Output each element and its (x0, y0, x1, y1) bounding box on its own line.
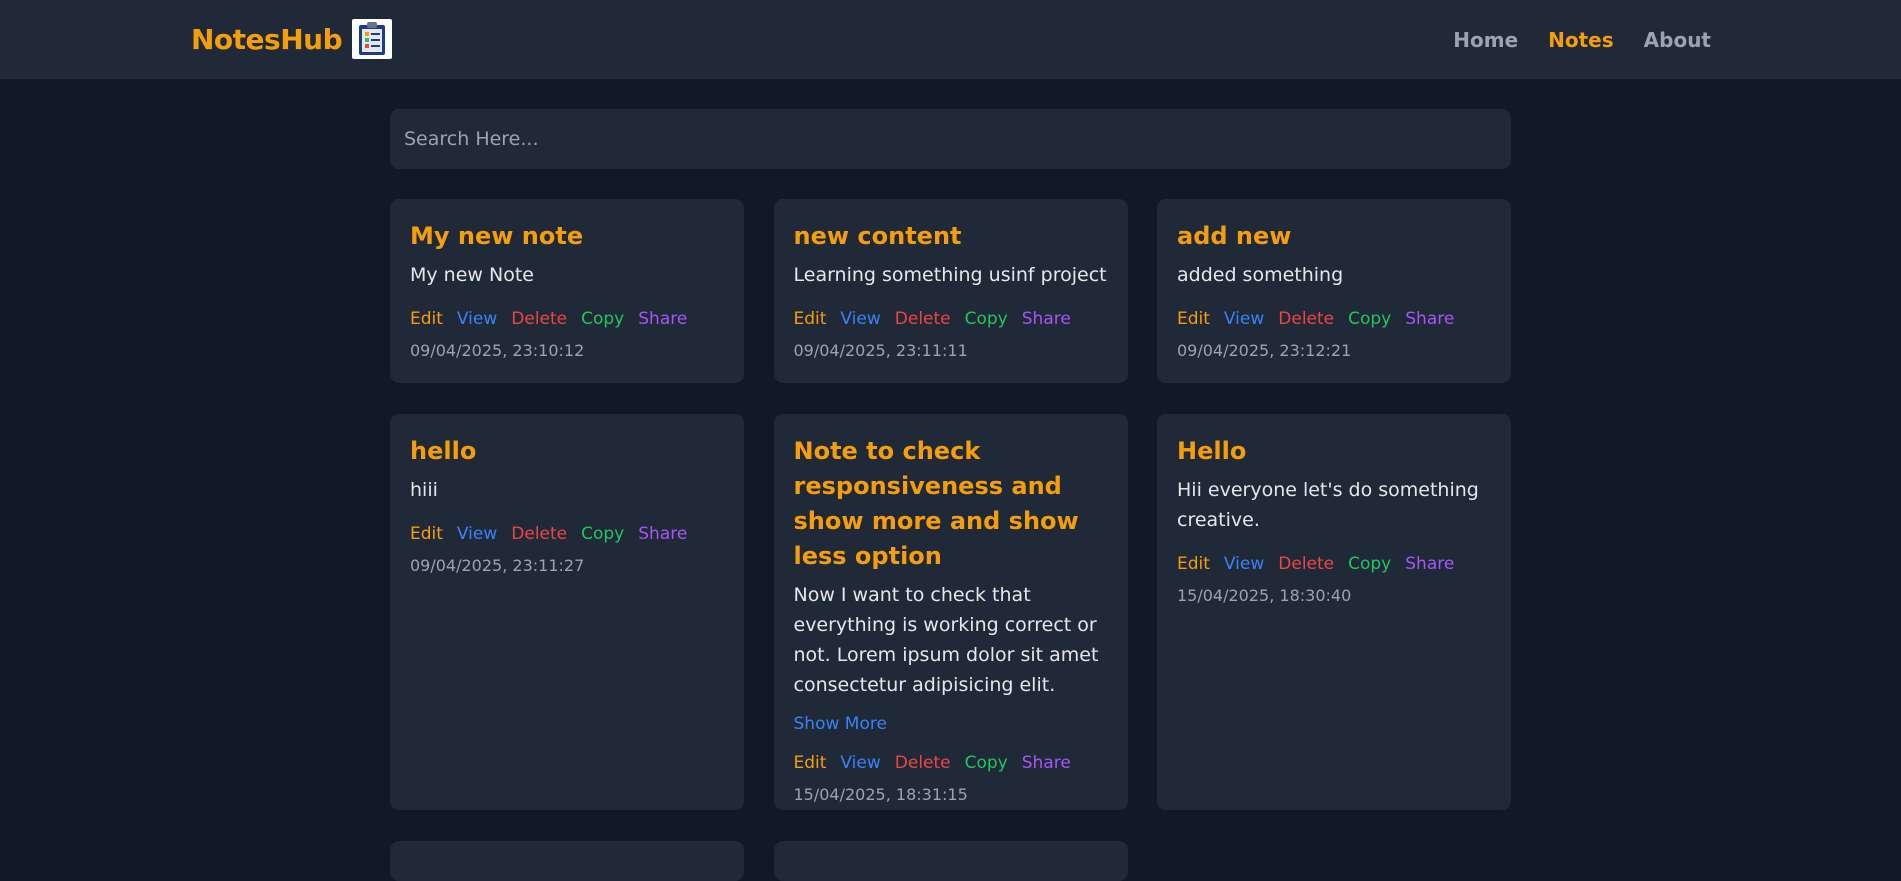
note-date: 09/04/2025, 23:11:27 (410, 556, 585, 575)
notes-grid: My new note My new Note Edit View Delete… (390, 199, 1511, 881)
share-button[interactable]: Share (638, 519, 687, 549)
copy-button[interactable]: Copy (965, 304, 1008, 334)
nav-home[interactable]: Home (1453, 28, 1518, 52)
note-card: hello hiii Edit View Delete Copy Share 0… (390, 414, 744, 810)
note-actions: Edit View Delete Copy Share (1177, 304, 1491, 334)
note-date: 09/04/2025, 23:10:12 (410, 341, 585, 360)
note-actions: Edit View Delete Copy Share (410, 519, 724, 549)
search-input[interactable] (390, 109, 1511, 169)
view-button[interactable]: View (1224, 549, 1264, 579)
copy-button[interactable]: Copy (1348, 549, 1391, 579)
share-button[interactable]: Share (638, 304, 687, 334)
note-content: added something (1177, 264, 1344, 286)
nav-links: Home Notes About (1453, 0, 1711, 79)
delete-button[interactable]: Delete (1278, 549, 1334, 579)
note-card (390, 841, 744, 881)
note-content: Now I want to check that everything is w… (793, 584, 1099, 696)
edit-button[interactable]: Edit (794, 748, 827, 778)
share-button[interactable]: Share (1405, 549, 1454, 579)
view-button[interactable]: View (840, 748, 880, 778)
note-date: 09/04/2025, 23:11:11 (793, 341, 968, 360)
note-actions: Edit View Delete Copy Share (410, 304, 724, 334)
note-title: Hello (1177, 437, 1247, 465)
brand-name[interactable]: NotesHub (191, 23, 343, 56)
nav-about[interactable]: About (1644, 28, 1711, 52)
delete-button[interactable]: Delete (895, 748, 951, 778)
nav-notes[interactable]: Notes (1548, 28, 1614, 52)
share-button[interactable]: Share (1022, 304, 1071, 334)
delete-button[interactable]: Delete (511, 519, 567, 549)
note-title: new content (793, 222, 962, 250)
show-more-link[interactable]: Show More (794, 714, 887, 734)
note-card (773, 841, 1128, 881)
note-actions: Edit View Delete Copy Share (794, 748, 1108, 778)
edit-button[interactable]: Edit (1177, 304, 1210, 334)
note-actions: Edit View Delete Copy Share (794, 304, 1108, 334)
note-content: Hii everyone let's do something creative… (1177, 479, 1479, 531)
note-date: 09/04/2025, 23:12:21 (1177, 341, 1352, 360)
view-button[interactable]: View (457, 519, 497, 549)
view-button[interactable]: View (840, 304, 880, 334)
note-content: My new Note (410, 264, 534, 286)
navbar: NotesHub Home Notes About (0, 0, 1901, 79)
note-card: Hello Hii everyone let's do something cr… (1157, 414, 1511, 810)
copy-button[interactable]: Copy (581, 304, 624, 334)
note-content: hiii (410, 479, 438, 501)
note-title: add new (1177, 222, 1292, 250)
delete-button[interactable]: Delete (511, 304, 567, 334)
view-button[interactable]: View (457, 304, 497, 334)
edit-button[interactable]: Edit (1177, 549, 1210, 579)
copy-button[interactable]: Copy (1348, 304, 1391, 334)
note-date: 15/04/2025, 18:30:40 (1177, 586, 1352, 605)
delete-button[interactable]: Delete (895, 304, 951, 334)
delete-button[interactable]: Delete (1278, 304, 1334, 334)
note-title: hello (410, 437, 477, 465)
share-button[interactable]: Share (1022, 748, 1071, 778)
note-content: Learning something usinf project (793, 264, 1107, 286)
copy-button[interactable]: Copy (581, 519, 624, 549)
note-card: new content Learning something usinf pro… (773, 199, 1128, 383)
edit-button[interactable]: Edit (410, 304, 443, 334)
note-card: My new note My new Note Edit View Delete… (390, 199, 744, 383)
clipboard-logo-icon (352, 19, 393, 59)
note-card: add new added something Edit View Delete… (1157, 199, 1511, 383)
note-title: My new note (410, 222, 584, 250)
note-date: 15/04/2025, 18:31:15 (793, 785, 968, 804)
edit-button[interactable]: Edit (410, 519, 443, 549)
search-bar (390, 109, 1511, 169)
note-card: Note to check responsiveness and show mo… (773, 414, 1128, 810)
note-title: Note to check responsiveness and show mo… (793, 437, 1079, 570)
copy-button[interactable]: Copy (965, 748, 1008, 778)
edit-button[interactable]: Edit (794, 304, 827, 334)
share-button[interactable]: Share (1405, 304, 1454, 334)
brand[interactable]: NotesHub (191, 19, 393, 59)
view-button[interactable]: View (1224, 304, 1264, 334)
note-actions: Edit View Delete Copy Share (1177, 549, 1491, 579)
